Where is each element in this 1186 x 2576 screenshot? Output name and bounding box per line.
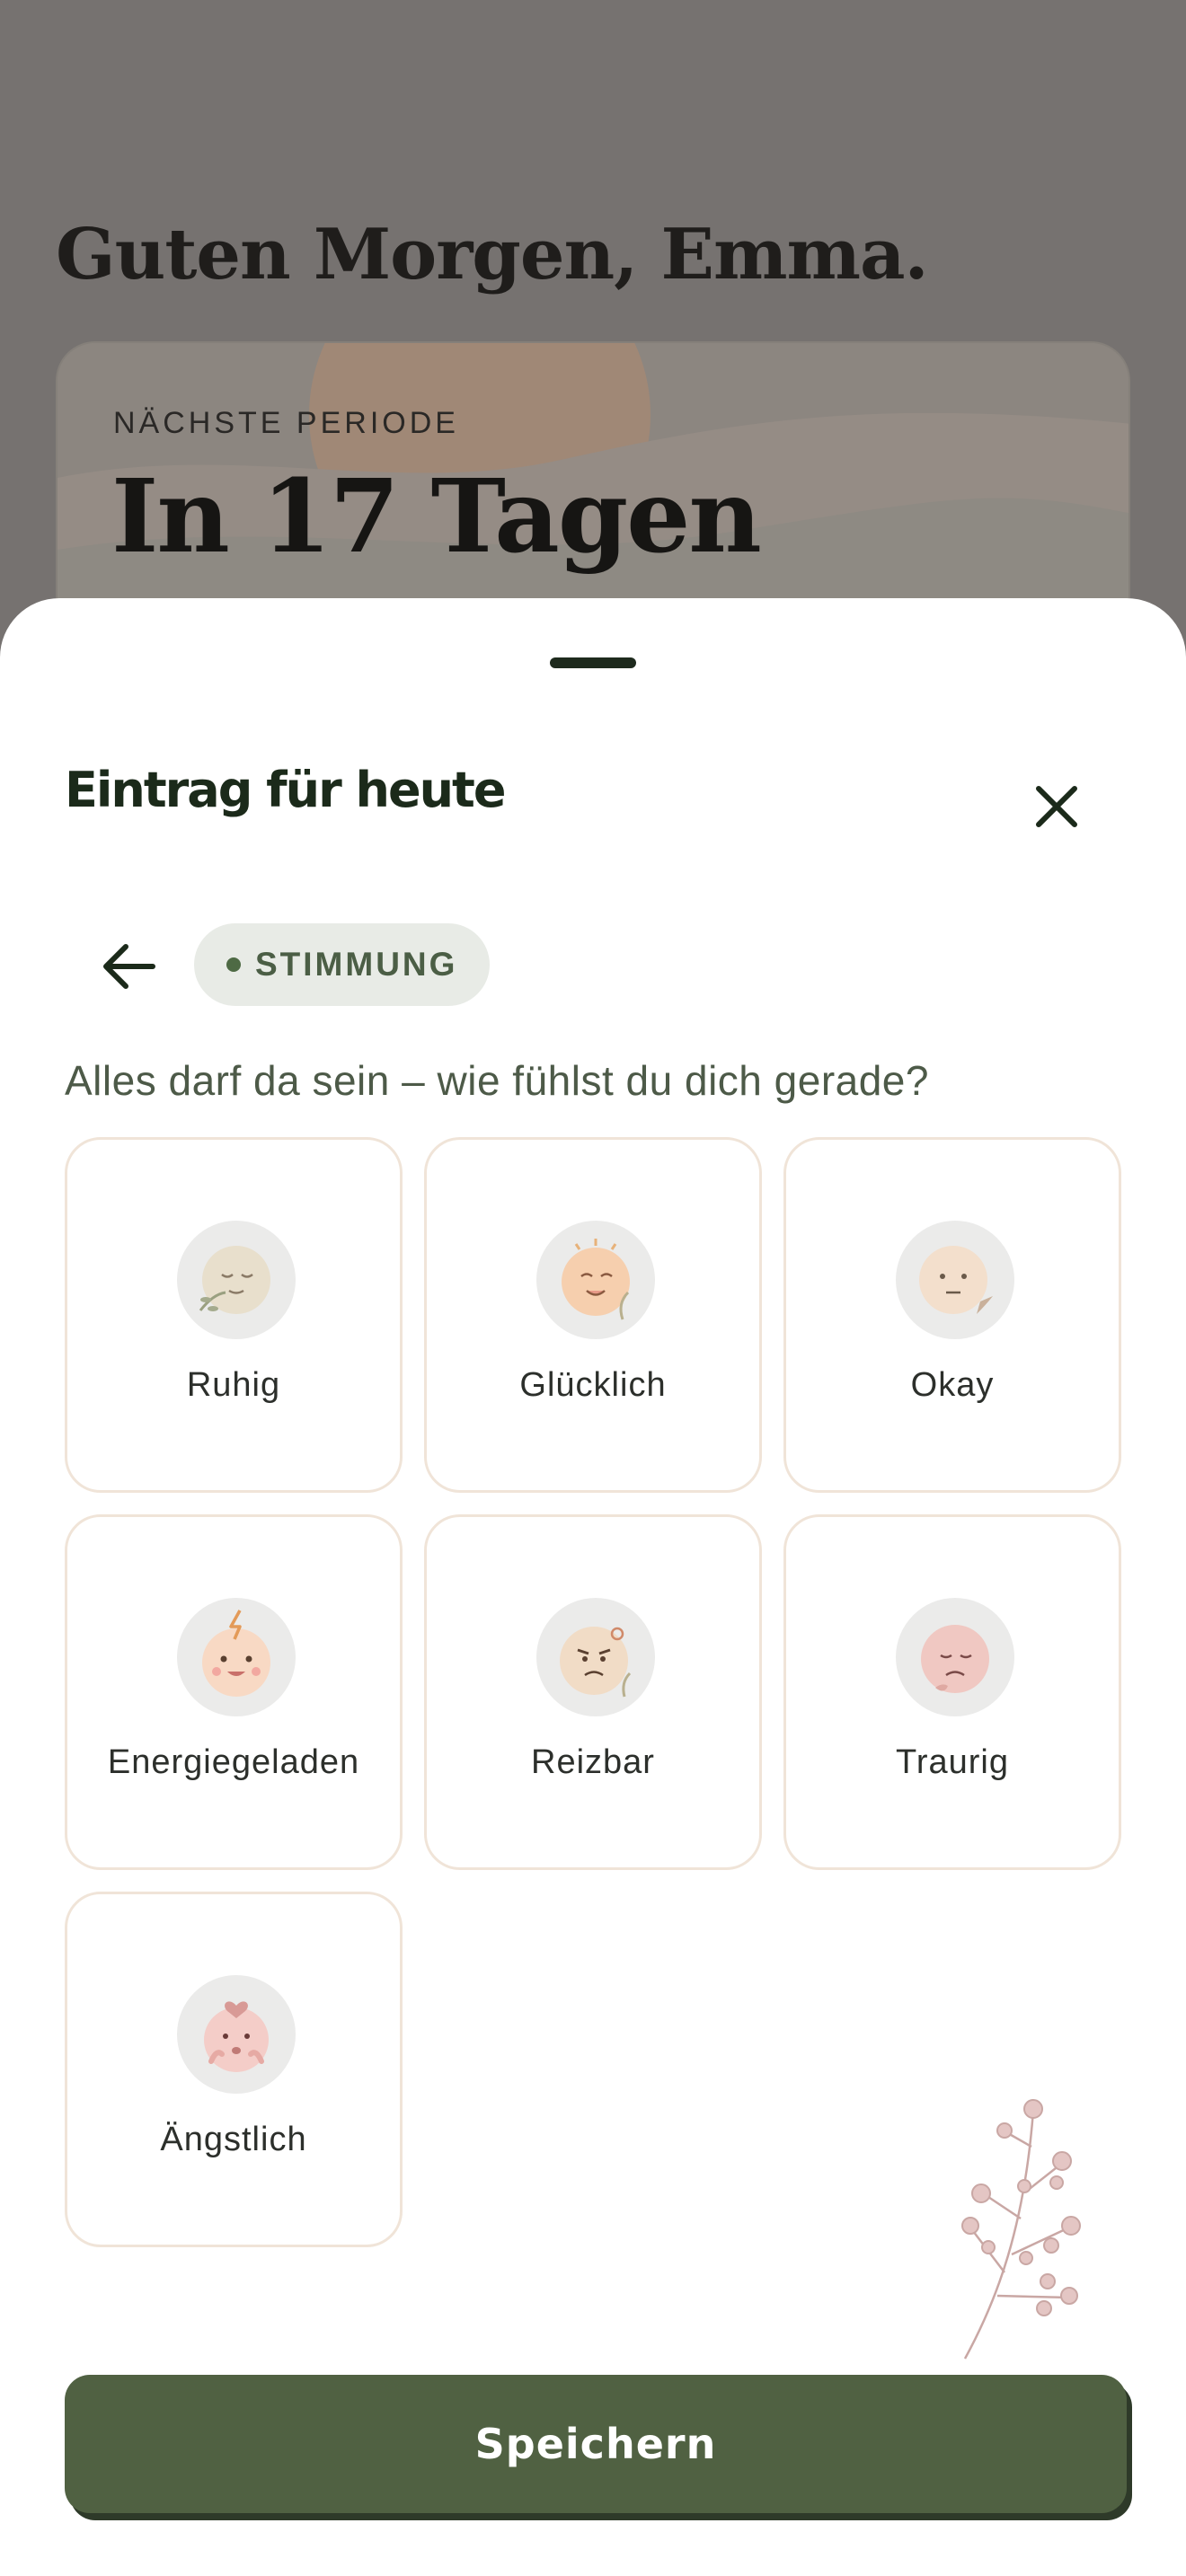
- neutral-face-icon: [896, 1221, 1014, 1339]
- back-button[interactable]: [86, 923, 173, 1010]
- mood-label: Ängstlich: [160, 2121, 307, 2158]
- mood-option-ruhig[interactable]: Ruhig: [65, 1137, 403, 1493]
- mood-option-gluecklich[interactable]: Glücklich: [424, 1137, 762, 1493]
- energetic-face-icon: [177, 1598, 296, 1716]
- save-button-label: Speichern: [474, 2420, 717, 2468]
- mood-option-okay[interactable]: Okay: [783, 1137, 1121, 1493]
- mood-label: Reizbar: [531, 1743, 655, 1781]
- period-countdown: In 17 Tagen: [111, 458, 762, 576]
- mood-option-aengstlich[interactable]: Ängstlich: [65, 1892, 403, 2247]
- greeting-heading: Guten Morgen, Emma.: [56, 214, 929, 296]
- sheet-drag-handle[interactable]: [550, 657, 636, 668]
- sad-face-icon: [896, 1598, 1014, 1716]
- anxious-face-icon: [177, 1975, 296, 2094]
- mood-option-traurig[interactable]: Traurig: [783, 1514, 1121, 1870]
- mood-label: Glücklich: [519, 1366, 667, 1404]
- mood-option-reizbar[interactable]: Reizbar: [424, 1514, 762, 1870]
- chip-label: STIMMUNG: [255, 946, 458, 983]
- save-button[interactable]: Speichern: [65, 2375, 1127, 2513]
- irritable-face-icon: [536, 1598, 655, 1716]
- happy-face-icon: [536, 1221, 655, 1339]
- arrow-left-icon: [103, 944, 155, 989]
- berry-branch-illustration: [961, 2099, 1081, 2360]
- mood-prompt: Alles darf da sein – wie fühlst du dich …: [65, 1057, 929, 1104]
- mood-label: Ruhig: [186, 1366, 281, 1404]
- close-button[interactable]: [1015, 765, 1098, 848]
- chip-dot: [226, 957, 241, 972]
- calm-face-icon: [177, 1221, 296, 1339]
- period-eyebrow: NÄCHSTE PERIODE: [113, 406, 459, 440]
- category-chip-mood: STIMMUNG: [194, 923, 491, 1006]
- mood-label: Traurig: [896, 1743, 1009, 1781]
- mood-label: Energiegeladen: [107, 1743, 360, 1781]
- mood-option-energiegeladen[interactable]: Energiegeladen: [65, 1514, 403, 1870]
- sheet-title: Eintrag für heute: [65, 762, 506, 818]
- close-icon: [1036, 786, 1077, 827]
- mood-label: Okay: [910, 1366, 995, 1404]
